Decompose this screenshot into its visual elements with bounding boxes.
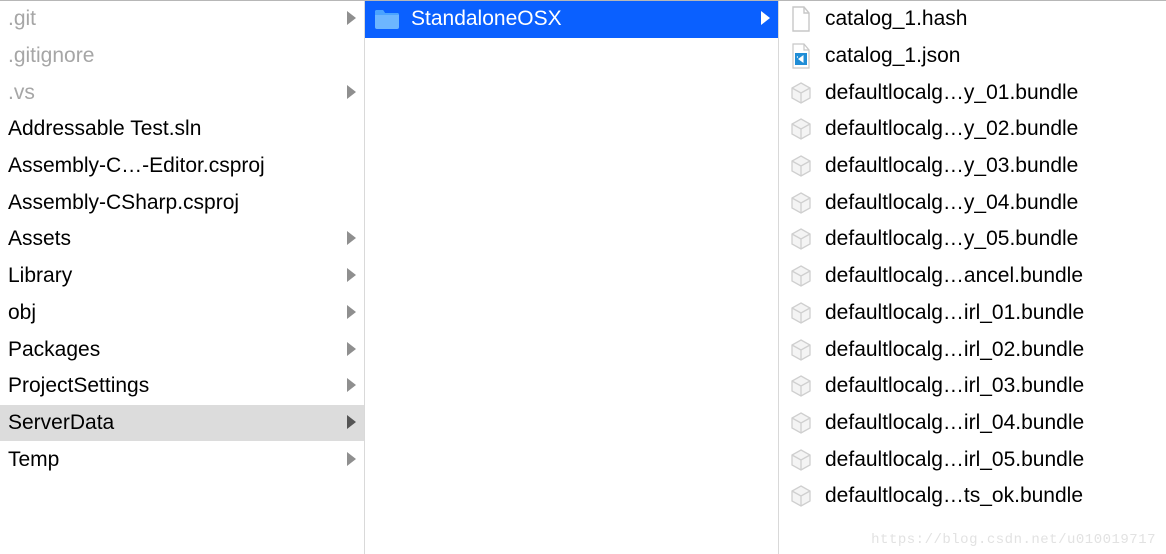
column-3: catalog_1.hash catalog_1.json defaultloc… [779, 1, 1166, 554]
list-item[interactable]: Temp [0, 441, 364, 478]
list-item[interactable]: .git [0, 1, 364, 38]
bundle-icon [787, 263, 815, 289]
item-label: ProjectSettings [8, 374, 340, 398]
list-item[interactable]: catalog_1.hash [779, 1, 1166, 38]
list-item[interactable]: defaultlocalg…y_03.bundle [779, 148, 1166, 185]
chevron-right-icon [340, 7, 356, 31]
item-label: Assets [8, 227, 340, 251]
list-item[interactable]: obj [0, 295, 364, 332]
list-item[interactable]: Assets [0, 221, 364, 258]
finder-columns: .git .gitignore .vs Addressable Test.sln… [0, 0, 1166, 554]
column-2: StandaloneOSX [365, 1, 779, 554]
bundle-icon [787, 373, 815, 399]
list-item[interactable]: defaultlocalg…y_01.bundle [779, 74, 1166, 111]
item-label: catalog_1.hash [823, 7, 1158, 31]
list-item[interactable]: defaultlocalg…y_02.bundle [779, 111, 1166, 148]
item-label: defaultlocalg…irl_05.bundle [823, 448, 1158, 472]
bundle-icon [787, 410, 815, 436]
list-item[interactable]: defaultlocalg…y_05.bundle [779, 221, 1166, 258]
item-label: .gitignore [8, 44, 340, 68]
item-label: defaultlocalg…y_05.bundle [823, 227, 1158, 251]
bundle-icon [787, 337, 815, 363]
list-item[interactable]: .gitignore [0, 38, 364, 75]
column-1: .git .gitignore .vs Addressable Test.sln… [0, 1, 365, 554]
vscode-file-icon [787, 43, 815, 69]
item-label: Addressable Test.sln [8, 117, 340, 141]
item-label: Assembly-C…-Editor.csproj [8, 154, 340, 178]
chevron-right-icon [340, 338, 356, 362]
bundle-icon [787, 447, 815, 473]
item-label: Library [8, 264, 340, 288]
bundle-icon [787, 226, 815, 252]
list-item[interactable]: Library [0, 258, 364, 295]
list-item[interactable]: defaultlocalg…irl_01.bundle [779, 295, 1166, 332]
bundle-icon [787, 190, 815, 216]
list-item[interactable]: Addressable Test.sln [0, 111, 364, 148]
item-label: defaultlocalg…irl_04.bundle [823, 411, 1158, 435]
list-item[interactable]: .vs [0, 74, 364, 111]
item-label: defaultlocalg…irl_01.bundle [823, 301, 1158, 325]
folder-icon [373, 6, 401, 32]
list-item[interactable]: Packages [0, 331, 364, 368]
chevron-right-icon [340, 264, 356, 288]
item-label: Packages [8, 338, 340, 362]
list-item[interactable]: defaultlocalg…ancel.bundle [779, 258, 1166, 295]
chevron-right-icon [340, 411, 356, 435]
list-item[interactable]: defaultlocalg…irl_04.bundle [779, 405, 1166, 442]
item-label: defaultlocalg…ancel.bundle [823, 264, 1158, 288]
watermark-text: https://blog.csdn.net/u010019717 [871, 532, 1156, 548]
item-label: StandaloneOSX [409, 7, 754, 31]
item-label: .git [8, 7, 340, 31]
list-item[interactable]: Assembly-CSharp.csproj [0, 184, 364, 221]
list-item[interactable]: defaultlocalg…y_04.bundle [779, 184, 1166, 221]
list-item[interactable]: defaultlocalg…irl_02.bundle [779, 331, 1166, 368]
chevron-right-icon [340, 81, 356, 105]
list-item[interactable]: ProjectSettings [0, 368, 364, 405]
item-label: defaultlocalg…y_03.bundle [823, 154, 1158, 178]
item-label: defaultlocalg…irl_02.bundle [823, 338, 1158, 362]
chevron-right-icon [340, 301, 356, 325]
list-item[interactable]: catalog_1.json [779, 38, 1166, 75]
list-item[interactable]: Assembly-C…-Editor.csproj [0, 148, 364, 185]
item-label: Temp [8, 448, 340, 472]
list-item-selected[interactable]: StandaloneOSX [365, 1, 778, 38]
chevron-right-icon [340, 227, 356, 251]
bundle-icon [787, 483, 815, 509]
bundle-icon [787, 80, 815, 106]
chevron-right-icon [340, 448, 356, 472]
item-label: defaultlocalg…ts_ok.bundle [823, 484, 1158, 508]
item-label: defaultlocalg…y_02.bundle [823, 117, 1158, 141]
item-label: defaultlocalg…y_04.bundle [823, 191, 1158, 215]
list-item[interactable]: defaultlocalg…ts_ok.bundle [779, 478, 1166, 515]
item-label: obj [8, 301, 340, 325]
list-item[interactable]: defaultlocalg…irl_05.bundle [779, 441, 1166, 478]
chevron-right-icon [754, 7, 770, 31]
item-label: ServerData [8, 411, 340, 435]
file-icon [787, 6, 815, 32]
item-label: defaultlocalg…irl_03.bundle [823, 374, 1158, 398]
item-label: .vs [8, 81, 340, 105]
item-label: catalog_1.json [823, 44, 1158, 68]
chevron-right-icon [340, 374, 356, 398]
bundle-icon [787, 300, 815, 326]
list-item-active[interactable]: ServerData [0, 405, 364, 442]
bundle-icon [787, 153, 815, 179]
item-label: Assembly-CSharp.csproj [8, 191, 340, 215]
list-item[interactable]: defaultlocalg…irl_03.bundle [779, 368, 1166, 405]
bundle-icon [787, 116, 815, 142]
item-label: defaultlocalg…y_01.bundle [823, 81, 1158, 105]
